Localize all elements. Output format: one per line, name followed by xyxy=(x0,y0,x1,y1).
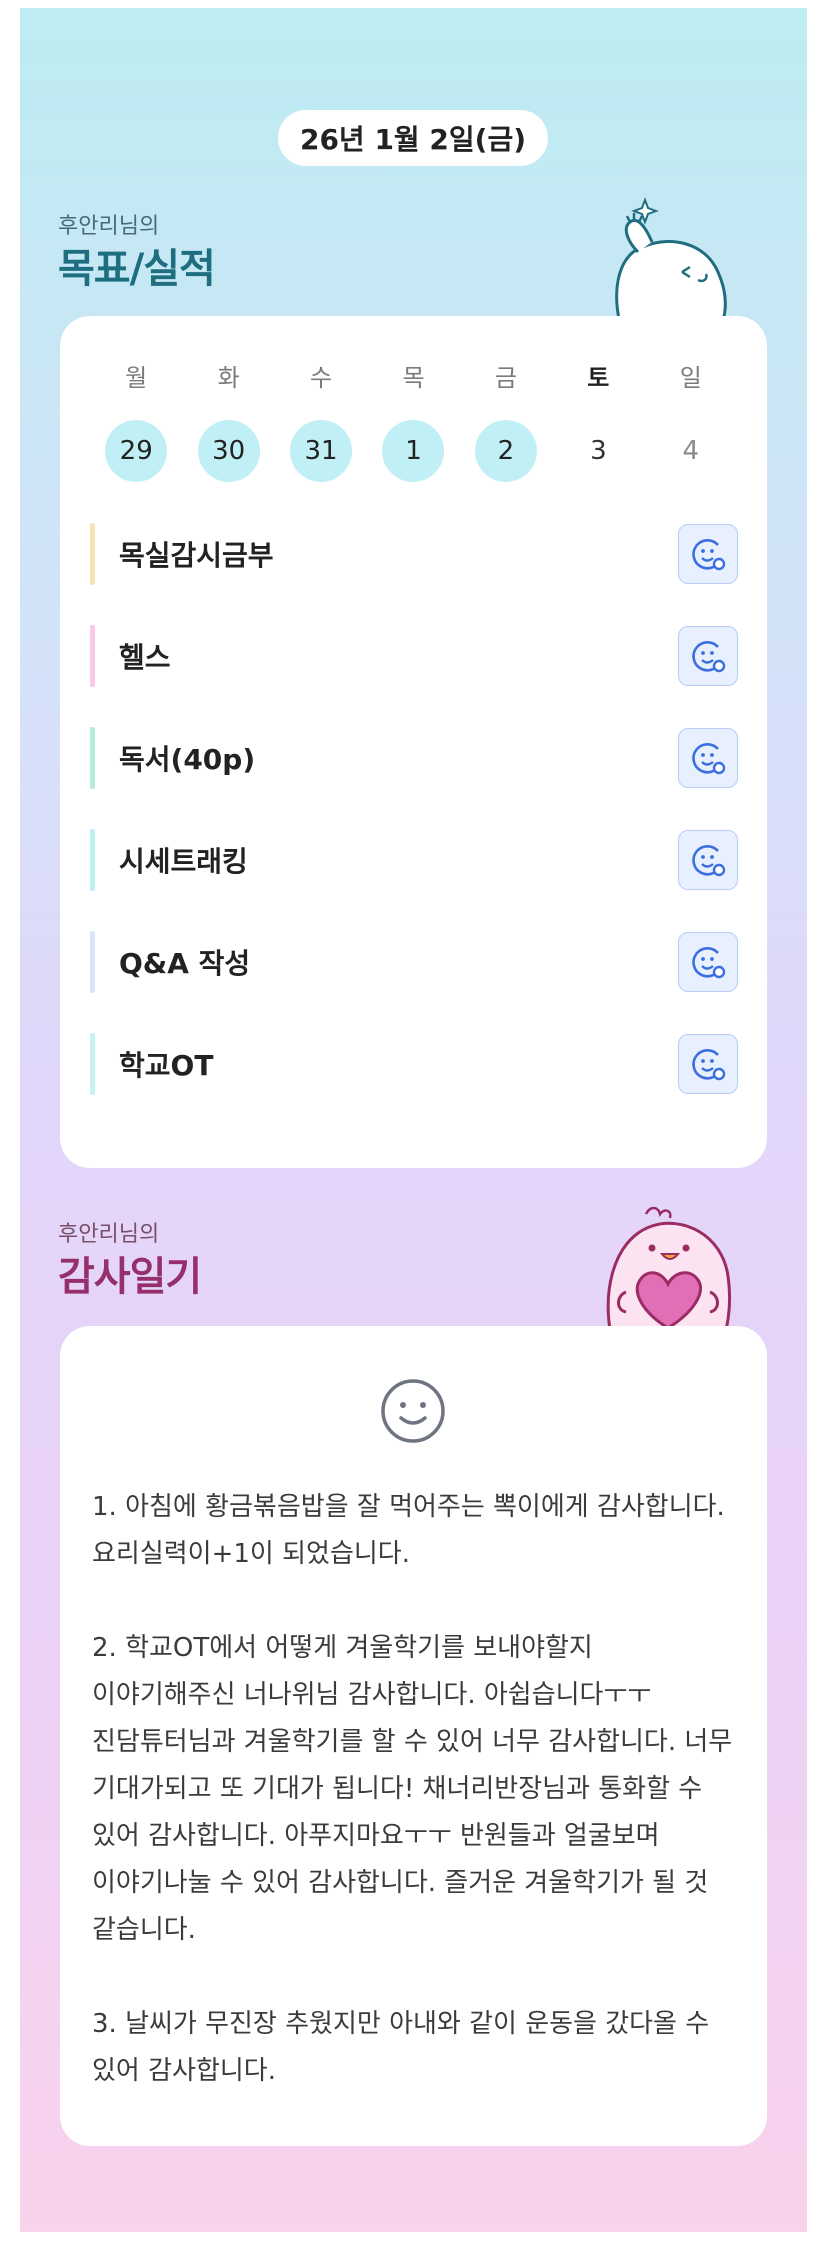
calendar-day-today[interactable]: 3 xyxy=(567,420,629,482)
weekday-label: 수 xyxy=(310,364,333,392)
goal-label: Q&A 작성 xyxy=(119,947,251,980)
goal-color-bar xyxy=(90,727,95,789)
goal-record-button[interactable] xyxy=(678,932,738,992)
goal-label: 목실감시금부 xyxy=(119,539,274,572)
week-days-row: 29 30 31 1 2 3 4 xyxy=(90,420,737,482)
weekday-label-today: 토 xyxy=(587,364,610,392)
goal-label: 헬스 xyxy=(119,641,171,674)
goal-color-bar xyxy=(90,1033,95,1095)
goal-color-bar xyxy=(90,931,95,993)
goal-record-button[interactable] xyxy=(678,728,738,788)
calendar-day-done[interactable]: 31 xyxy=(290,420,353,482)
goal-record-button[interactable] xyxy=(678,1034,738,1094)
smile-icon xyxy=(381,1379,445,1443)
weekday-label: 금 xyxy=(494,364,517,392)
weekday-label: 일 xyxy=(679,364,702,392)
gratitude-diary-text: 1. 아침에 황금볶음밥을 잘 먹어주는 뽁이에게 감사합니다. 요리실력이+1… xyxy=(92,1492,733,2086)
goals-card: 월 화 수 목 금 토 일 29 30 31 1 2 3 4 목실감시금부 헬스 xyxy=(60,316,767,1168)
smile-check-icon xyxy=(692,946,726,979)
goal-record-button[interactable] xyxy=(678,626,738,686)
weekday-label: 목 xyxy=(402,364,425,392)
gratitude-section-title: 감사일기 xyxy=(58,1254,202,1300)
smile-check-icon xyxy=(692,538,726,571)
goal-row[interactable]: Q&A 작성 xyxy=(90,930,738,994)
calendar-day-done[interactable]: 2 xyxy=(474,420,537,482)
diary-page: 26년 1월 2일(금) 후안리님의 목표/실적 월 화 수 목 금 토 일 2… xyxy=(20,8,807,2232)
calendar-day-done[interactable]: 30 xyxy=(197,420,260,482)
calendar-day-done[interactable]: 29 xyxy=(105,420,168,482)
goal-label: 독서(40p) xyxy=(119,743,256,776)
weekday-label: 월 xyxy=(125,364,148,392)
smile-check-icon xyxy=(692,1048,726,1081)
weekday-label: 화 xyxy=(217,364,240,392)
goal-label: 학교OT xyxy=(119,1049,214,1082)
goal-row[interactable]: 학교OT xyxy=(90,1032,738,1096)
goal-label: 시세트래킹 xyxy=(119,845,248,878)
goal-row[interactable]: 헬스 xyxy=(90,624,738,688)
goal-row[interactable]: 독서(40p) xyxy=(90,726,738,790)
date-pill: 26년 1월 2일(금) xyxy=(278,110,548,166)
goal-row[interactable]: 목실감시금부 xyxy=(90,522,738,586)
goal-color-bar xyxy=(90,625,95,687)
weekday-header-row: 월 화 수 목 금 토 일 xyxy=(90,358,737,393)
calendar-day-future[interactable]: 4 xyxy=(660,420,722,482)
smile-check-icon xyxy=(692,742,726,775)
waving-mascot-illustration xyxy=(615,197,727,324)
gratitude-card: 1. 아침에 황금볶음밥을 잘 먹어주는 뽁이에게 감사합니다. 요리실력이+1… xyxy=(60,1326,767,2146)
goal-record-button[interactable] xyxy=(678,524,738,584)
heart-hugging-mascot-illustration xyxy=(606,1206,732,1338)
goal-row[interactable]: 시세트래킹 xyxy=(90,828,738,892)
smile-check-icon xyxy=(692,640,726,673)
goal-color-bar xyxy=(90,829,95,891)
goals-section-title: 목표/실적 xyxy=(58,246,216,292)
goal-color-bar xyxy=(90,523,95,585)
calendar-day-done[interactable]: 1 xyxy=(382,420,445,482)
goal-record-button[interactable] xyxy=(678,830,738,890)
smile-check-icon xyxy=(692,844,726,877)
date-text: 26년 1월 2일(금) xyxy=(299,123,527,156)
